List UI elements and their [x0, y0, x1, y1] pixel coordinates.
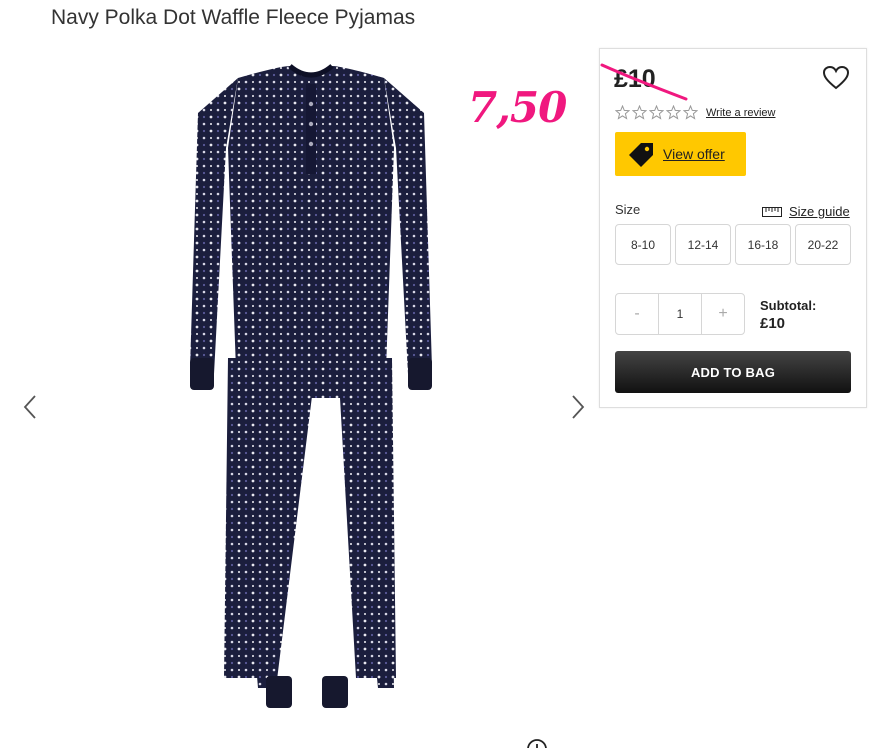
star-outline-icon: [632, 105, 647, 120]
price-block: £10: [600, 63, 688, 101]
star-outline-icon: [649, 105, 664, 120]
quantity-decrease-button[interactable]: -: [616, 294, 658, 334]
chevron-right-icon: [572, 395, 585, 419]
subtotal-value: £10: [760, 315, 786, 332]
size-option-16-18[interactable]: 16-18: [735, 224, 791, 265]
purchase-panel: £10 Write a review View offer Size Size …: [599, 48, 867, 408]
size-option-12-14[interactable]: 12-14: [675, 224, 731, 265]
gallery-next-button[interactable]: [566, 392, 590, 422]
star-outline-icon: [615, 105, 630, 120]
add-to-bag-button[interactable]: ADD TO BAG: [615, 351, 851, 393]
chevron-left-icon: [23, 395, 36, 419]
promo-price: 7,50: [468, 83, 567, 132]
quantity-stepper: - 1 +: [615, 293, 745, 335]
size-options: 8-10 12-14 16-18 20-22: [615, 224, 851, 265]
star-outline-icon: [683, 105, 698, 120]
write-review-link[interactable]: Write a review: [706, 107, 775, 119]
size-option-8-10[interactable]: 8-10: [615, 224, 671, 265]
size-guide-label: Size guide: [789, 204, 850, 219]
star-rating: [615, 105, 698, 120]
size-label: Size: [615, 202, 641, 217]
view-offer-button[interactable]: View offer: [615, 132, 746, 176]
size-option-20-22[interactable]: 20-22: [795, 224, 851, 265]
product-image: [190, 64, 432, 708]
star-outline-icon: [666, 105, 681, 120]
rating-row: Write a review: [615, 105, 775, 120]
heart-icon[interactable]: [822, 65, 850, 91]
old-price: £10: [614, 65, 656, 93]
subtotal-label: Subtotal:: [760, 298, 817, 313]
ruler-icon: [762, 206, 782, 217]
page-title: Navy Polka Dot Waffle Fleece Pyjamas: [51, 6, 416, 29]
zoom-icon[interactable]: [526, 738, 548, 748]
quantity-input[interactable]: 1: [658, 294, 702, 334]
quantity-increase-button[interactable]: +: [702, 294, 744, 334]
subtotal: Subtotal: £10: [760, 297, 816, 333]
gallery-prev-button[interactable]: [18, 392, 42, 422]
tag-icon: [629, 143, 653, 167]
view-offer-label: View offer: [663, 146, 725, 162]
size-guide-link[interactable]: Size guide: [762, 204, 850, 219]
product-gallery: [0, 50, 600, 748]
